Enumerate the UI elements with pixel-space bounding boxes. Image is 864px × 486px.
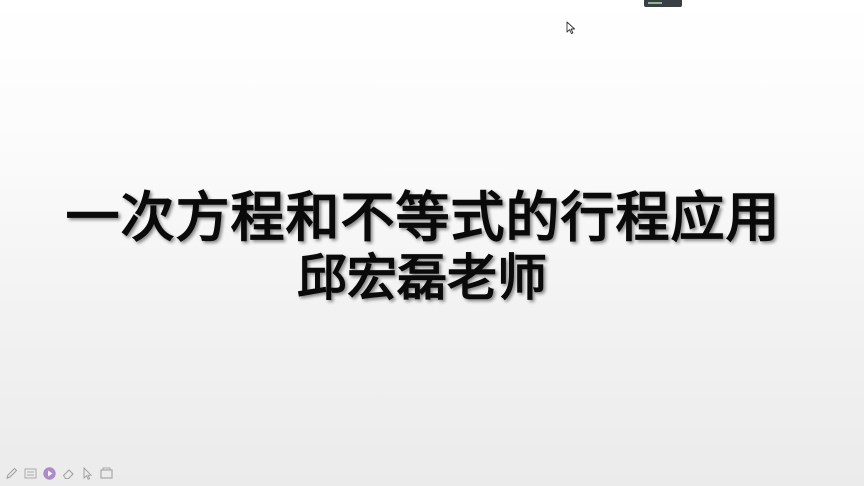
screen-icon[interactable]	[99, 466, 114, 481]
slide-title: 一次方程和不等式的行程应用	[65, 186, 781, 249]
mouse-cursor-icon	[566, 21, 576, 35]
pen-icon[interactable]	[4, 466, 19, 481]
arrow-cursor-icon[interactable]	[80, 466, 95, 481]
presentation-slide: 一次方程和不等式的行程应用 邱宏磊老师	[0, 0, 864, 486]
slide-subtitle-teacher: 邱宏磊老师	[297, 249, 547, 308]
pointer-play-icon[interactable]	[42, 466, 57, 481]
menu-icon[interactable]	[23, 466, 38, 481]
mini-toolbar-indicator	[648, 2, 662, 4]
title-block: 一次方程和不等式的行程应用 邱宏磊老师	[0, 188, 864, 306]
slideshow-toolbar	[4, 464, 114, 482]
window-mini-toolbar[interactable]	[644, 0, 682, 7]
eraser-icon[interactable]	[61, 466, 76, 481]
